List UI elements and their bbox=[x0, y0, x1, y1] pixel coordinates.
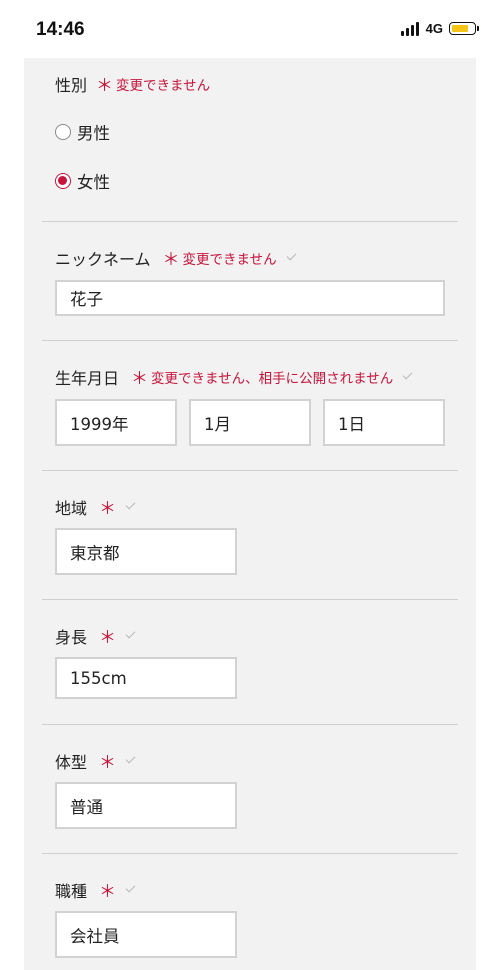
gender-option-female[interactable]: 女性 bbox=[55, 169, 110, 193]
required-mark: ＊ bbox=[99, 882, 117, 902]
check-icon bbox=[125, 753, 136, 764]
birth-day-select[interactable]: 1日 bbox=[323, 399, 445, 446]
required-mark: ＊ bbox=[99, 628, 117, 648]
nickname-label-row: ニックネーム ＊ 変更できません bbox=[55, 245, 297, 270]
check-icon bbox=[125, 628, 136, 639]
required-mark: ＊ bbox=[162, 250, 180, 270]
check-icon bbox=[402, 369, 413, 380]
divider bbox=[42, 340, 458, 341]
birthday-note: 変更できません、相手に公開されません bbox=[151, 370, 394, 387]
body-type-select[interactable]: 普通 bbox=[55, 782, 237, 829]
nickname-input[interactable]: 花子 bbox=[55, 280, 445, 316]
network-type: 4G bbox=[425, 21, 443, 36]
female-radio[interactable] bbox=[55, 173, 71, 189]
gender-label: 性別 bbox=[55, 75, 88, 95]
status-indicators: 4G bbox=[400, 21, 479, 36]
profile-form: 性別 ＊ 変更できません 男性 女性 ニックネーム ＊ 変更できません 花子 生… bbox=[24, 58, 476, 970]
height-select[interactable]: 155cm bbox=[55, 657, 237, 699]
region-label-row: 地域 ＊ bbox=[55, 494, 136, 519]
gender-option-male[interactable]: 男性 bbox=[55, 120, 110, 144]
divider bbox=[42, 853, 458, 854]
birthday-label: 生年月日 bbox=[55, 368, 120, 388]
female-label: 女性 bbox=[77, 173, 110, 192]
required-mark: ＊ bbox=[96, 76, 114, 96]
check-icon bbox=[125, 499, 136, 510]
height-label-row: 身長 ＊ bbox=[55, 623, 136, 648]
divider bbox=[42, 599, 458, 600]
nickname-note: 変更できません bbox=[182, 251, 277, 268]
status-bar: 14:46 4G bbox=[0, 0, 500, 58]
male-label: 男性 bbox=[77, 124, 110, 143]
region-label: 地域 bbox=[55, 498, 88, 518]
check-icon bbox=[286, 250, 297, 261]
gender-note: 変更できません bbox=[116, 77, 211, 94]
birth-year-select[interactable]: 1999年 bbox=[55, 399, 177, 446]
battery-icon bbox=[449, 22, 479, 35]
region-select[interactable]: 東京都 bbox=[55, 528, 237, 575]
required-mark: ＊ bbox=[99, 499, 117, 519]
occupation-label: 職種 bbox=[55, 881, 88, 901]
body-type-label-row: 体型 ＊ bbox=[55, 748, 136, 773]
check-icon bbox=[125, 882, 136, 893]
birthday-label-row: 生年月日 ＊ 変更できません、相手に公開されません bbox=[55, 364, 413, 389]
height-label: 身長 bbox=[55, 627, 88, 647]
nickname-label: ニックネーム bbox=[55, 249, 151, 269]
status-time: 14:46 bbox=[36, 19, 85, 40]
divider bbox=[42, 221, 458, 222]
birth-month-select[interactable]: 1月 bbox=[189, 399, 311, 446]
required-mark: ＊ bbox=[131, 369, 149, 389]
occupation-select[interactable]: 会社員 bbox=[55, 911, 237, 958]
occupation-label-row: 職種 ＊ bbox=[55, 877, 136, 902]
divider bbox=[42, 470, 458, 471]
signal-icon bbox=[400, 21, 421, 36]
gender-label-row: 性別 ＊ 変更できません bbox=[55, 71, 211, 97]
body-type-label: 体型 bbox=[55, 752, 88, 772]
divider bbox=[42, 724, 458, 725]
required-mark: ＊ bbox=[99, 753, 117, 773]
male-radio[interactable] bbox=[55, 124, 71, 140]
